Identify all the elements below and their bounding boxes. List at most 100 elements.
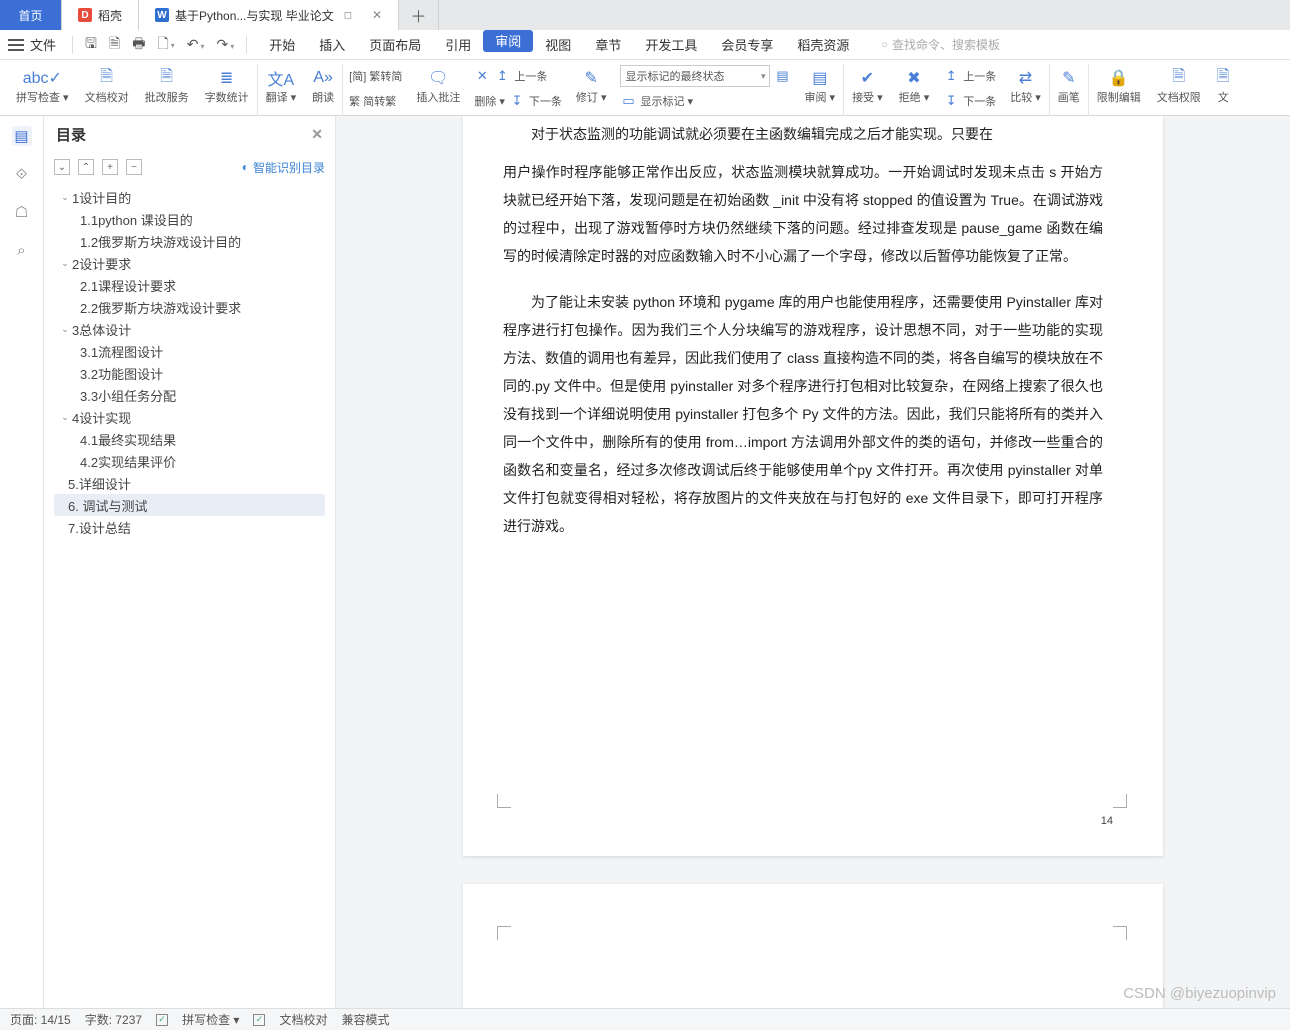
menu-tab-1[interactable]: 插入 xyxy=(307,30,357,60)
status-spell[interactable]: 拼写检查 ▾ xyxy=(182,1011,239,1028)
ribbon-btn-0[interactable]: abc✓拼写检查 ▾ xyxy=(8,64,77,116)
hamburger-icon[interactable] xyxy=(8,39,24,51)
menu-tab-8[interactable]: 会员专享 xyxy=(709,30,785,60)
qa-redo-icon[interactable]: ↷ xyxy=(210,36,240,53)
ribbon-review[interactable]: ▤审阅 ▾ xyxy=(796,64,844,116)
rail-nav-icon[interactable]: ⟐ xyxy=(12,164,32,184)
menu-tab-7[interactable]: 开发工具 xyxy=(633,30,709,60)
ribbon-restrict[interactable]: 🔒限制编辑 xyxy=(1089,64,1149,116)
revise-icon: ✎ xyxy=(584,64,597,92)
qa-preview-icon[interactable]: 🗋 xyxy=(151,33,180,57)
ribbon-perm[interactable]: 🗎文档权限 xyxy=(1149,64,1209,116)
tab-new[interactable]: ＋ xyxy=(399,0,439,30)
toc-item[interactable]: 4.2实现结果评价 xyxy=(54,450,325,472)
ribbon-btn-7[interactable]: 🗨插入批注 xyxy=(408,64,468,116)
tab-home[interactable]: 首页 xyxy=(0,0,62,30)
prev-icon: ↥ xyxy=(494,68,510,84)
page-number: 14 xyxy=(1101,810,1113,832)
ribbon-more[interactable]: 🗎文 xyxy=(1209,64,1238,116)
menu-tab-0[interactable]: 开始 xyxy=(257,30,307,60)
chevron-down-icon: ⌄ xyxy=(58,324,72,335)
ribbon-revise[interactable]: ✎修订 ▾ xyxy=(568,64,615,116)
compare-icon: ⇄ xyxy=(1019,64,1032,92)
menu-tab-9[interactable]: 稻壳资源 xyxy=(785,30,861,60)
ribbon-btn-3[interactable]: ≣字数统计 xyxy=(197,64,258,116)
status-proof[interactable]: 文档校对 xyxy=(279,1011,327,1028)
prev-comment[interactable]: 上一条 xyxy=(514,68,547,84)
toc-item-label: 1.2俄罗斯方块游戏设计目的 xyxy=(80,232,241,251)
toc-item[interactable]: ⌄2设计要求 xyxy=(54,252,325,274)
check-icon: ✓ xyxy=(253,1014,265,1026)
close-icon[interactable]: ✕ xyxy=(372,8,382,22)
tab-document[interactable]: W 基于Python...与实现 毕业论文 ◻ ✕ xyxy=(139,0,399,30)
delete-button[interactable]: 删除 ▾ xyxy=(474,93,505,109)
menu-tab-2[interactable]: 页面布局 xyxy=(357,30,433,60)
ribbon-btn-1[interactable]: 🗎文档校对 xyxy=(77,64,137,116)
ribbon-compare[interactable]: ⇄比较 ▾ xyxy=(1002,64,1050,116)
ribbon-pen[interactable]: ✎画笔 xyxy=(1050,64,1089,116)
status-page[interactable]: 页面: 14/15 xyxy=(10,1011,71,1028)
next-comment[interactable]: 下一条 xyxy=(529,93,562,109)
ribbon-delete-group: ✕↥上一条 删除 ▾↧下一条 xyxy=(468,64,568,113)
toc-item[interactable]: 1.2俄罗斯方块游戏设计目的 xyxy=(54,230,325,252)
status-words[interactable]: 字数: 7237 xyxy=(85,1011,142,1028)
ribbon: abc✓拼写检查 ▾🗎文档校对🗎批改服务≣字数统计文A翻译 ▾A»朗读[简] 繁… xyxy=(0,60,1290,116)
toc-item-label: 4.2实现结果评价 xyxy=(80,452,176,471)
toc-item[interactable]: 3.2功能图设计 xyxy=(54,362,325,384)
prev-change[interactable]: 上一条 xyxy=(963,68,996,84)
ribbon-btn-5[interactable]: A»朗读 xyxy=(304,64,343,116)
ribbon-reject[interactable]: ✖拒绝 ▾ xyxy=(891,64,938,116)
toc-item[interactable]: ⌄1设计目的 xyxy=(54,186,325,208)
menu-file[interactable]: 文件 xyxy=(30,35,56,54)
reviewers-icon[interactable]: ▤ xyxy=(774,68,790,84)
ribbon-btn-2[interactable]: 🗎批改服务 xyxy=(137,64,197,116)
toc-item[interactable]: ⌄3总体设计 xyxy=(54,318,325,340)
toc-item[interactable]: 7.设计总结 xyxy=(54,516,325,538)
qa-saveas-icon[interactable]: 🗎 xyxy=(103,33,126,57)
tab-label: 基于Python...与实现 毕业论文 xyxy=(175,7,334,24)
menu-tab-5[interactable]: 视图 xyxy=(533,30,583,60)
toc-item-label: 1.1python 课设目的 xyxy=(80,210,193,229)
menu-tab-3[interactable]: 引用 xyxy=(433,30,483,60)
qa-undo-icon[interactable]: ↶ xyxy=(181,36,211,53)
toc-item[interactable]: 2.2俄罗斯方块游戏设计要求 xyxy=(54,296,325,318)
to-simplified[interactable]: [简] 繁转简 xyxy=(349,64,402,88)
rail-bookmark-icon[interactable]: ☖ xyxy=(12,202,32,222)
document-area[interactable]: 对于状态监测的功能调试就必须要在主函数编辑完成之后才能实现。只要在 用户操作时程… xyxy=(336,116,1290,1008)
tab-docker[interactable]: D 稻壳 xyxy=(62,0,139,30)
window-tabbar: 首页 D 稻壳 W 基于Python...与实现 毕业论文 ◻ ✕ ＋ xyxy=(0,0,1290,30)
status-compat[interactable]: 兼容模式 xyxy=(341,1011,389,1028)
smart-toc[interactable]: 智能识别目录 xyxy=(242,159,325,176)
menubar: 文件 🖫 🗎 🖶 🗋 ↶ ↷ 开始插入页面布局引用审阅视图章节开发工具会员专享稻… xyxy=(0,30,1290,60)
close-icon[interactable]: ✕ xyxy=(311,126,323,143)
menu-tab-4[interactable]: 审阅 xyxy=(483,30,533,52)
toc-item[interactable]: 2.1课程设计要求 xyxy=(54,274,325,296)
menu-tab-6[interactable]: 章节 xyxy=(583,30,633,60)
toc-item[interactable]: 6. 调试与测试 xyxy=(54,494,325,516)
to-traditional[interactable]: 繁 简转繁 xyxy=(349,89,402,113)
command-search[interactable]: 查找命令、搜索模板 xyxy=(881,36,1000,53)
rail-outline-icon[interactable]: ▤ xyxy=(12,126,32,146)
toc-add-icon[interactable]: + xyxy=(102,159,118,175)
show-markup[interactable]: 显示标记 ▾ xyxy=(640,93,693,109)
left-rail: ▤ ⟐ ☖ ⌕ xyxy=(0,116,44,1008)
qa-print-icon[interactable]: 🖶 xyxy=(126,33,151,57)
display-markup-combo[interactable]: 显示标记的最终状态 xyxy=(620,65,770,87)
ribbon-btn-4[interactable]: 文A翻译 ▾ xyxy=(258,64,305,116)
toc-item[interactable]: 4.1最终实现结果 xyxy=(54,428,325,450)
toc-item[interactable]: 3.3小组任务分配 xyxy=(54,384,325,406)
ribbon-accept[interactable]: ✔接受 ▾ xyxy=(844,64,891,116)
toc-item[interactable]: 1.1python 课设目的 xyxy=(54,208,325,230)
next-change[interactable]: 下一条 xyxy=(963,93,996,109)
popup-icon[interactable]: ◻ xyxy=(344,10,352,21)
toc-item[interactable]: ⌄4设计实现 xyxy=(54,406,325,428)
toc-item[interactable]: 3.1流程图设计 xyxy=(54,340,325,362)
rail-search-icon[interactable]: ⌕ xyxy=(12,240,32,260)
toc-expand-icon[interactable]: ⌃ xyxy=(78,159,94,175)
qa-save-icon[interactable]: 🖫 xyxy=(79,33,103,57)
more-icon: 🗎 xyxy=(1217,64,1230,92)
toc-remove-icon[interactable]: − xyxy=(126,159,142,175)
toc-item[interactable]: 5.详细设计 xyxy=(54,472,325,494)
toc-collapse-icon[interactable]: ⌄ xyxy=(54,159,70,175)
tab-label: 稻壳 xyxy=(98,7,122,24)
